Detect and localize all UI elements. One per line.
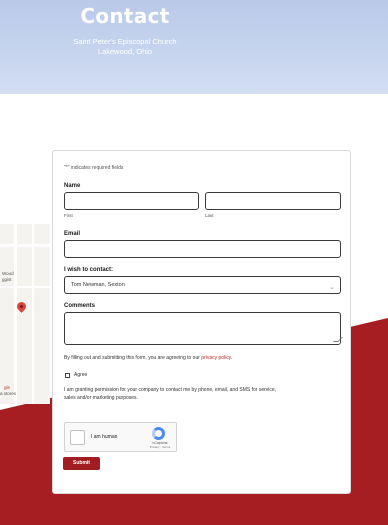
last-name-input[interactable] bbox=[205, 192, 341, 210]
agree-label[interactable]: Agree bbox=[74, 371, 87, 379]
required-fields-note: "*" indicates required fields bbox=[64, 165, 124, 171]
church-name: Saint Peter's Episcopal Church bbox=[73, 37, 177, 46]
map-label: ggist bbox=[2, 277, 12, 282]
hcaptcha-logo-icon bbox=[152, 427, 165, 440]
email-input[interactable] bbox=[64, 240, 341, 258]
chevron-down-icon: ⌄ bbox=[329, 284, 335, 291]
contact-person-selected: Tom Newman, Sexton bbox=[71, 282, 125, 288]
page-hero: Contact Saint Peter's Episcopal Church L… bbox=[0, 0, 388, 94]
map-label: a stores bbox=[0, 391, 17, 396]
submit-button[interactable]: Submit bbox=[63, 457, 100, 470]
map-road bbox=[32, 224, 34, 404]
name-label: Name bbox=[64, 183, 81, 189]
page-title: Contact bbox=[80, 4, 170, 28]
wish-to-contact-label: I wish to contact: bbox=[64, 267, 114, 273]
consent-text-prefix: By filling out and submitting this form,… bbox=[64, 355, 200, 361]
permission-text-line2: sales and/or marketing purposes. bbox=[64, 395, 138, 401]
map-pin-icon[interactable] bbox=[15, 300, 28, 313]
contact-form: "*" indicates required fields Name First… bbox=[52, 150, 351, 494]
captcha-label: I am human bbox=[91, 434, 118, 440]
privacy-policy-link[interactable]: privacy policy bbox=[201, 355, 231, 361]
first-name-sublabel: First bbox=[64, 213, 73, 218]
agree-checkbox[interactable] bbox=[65, 373, 70, 378]
map-label: Wood bbox=[2, 271, 14, 276]
map-road bbox=[14, 224, 17, 404]
comments-label: Comments bbox=[64, 303, 96, 309]
captcha-privacy-terms-link[interactable]: Privacy - Terms bbox=[146, 445, 174, 449]
permission-text: I am granting permission for your compan… bbox=[64, 386, 346, 402]
permission-text-line1: I am granting permission for your compan… bbox=[64, 387, 277, 393]
map-road bbox=[0, 244, 50, 247]
first-name-input[interactable] bbox=[64, 192, 199, 210]
captcha-checkbox[interactable] bbox=[70, 430, 85, 445]
last-name-sublabel: Last bbox=[205, 213, 214, 218]
church-location: Lakewood, Ohio bbox=[97, 47, 153, 56]
map-road bbox=[0, 286, 50, 288]
contact-person-select[interactable]: Tom Newman, Sexton ⌄ bbox=[64, 276, 341, 294]
resize-grip-icon[interactable] bbox=[333, 337, 343, 342]
map-embed[interactable]: Wood ggist gle a stores bbox=[0, 224, 50, 404]
consent-text-suffix: . bbox=[230, 355, 233, 361]
map-label: gle bbox=[4, 385, 11, 390]
consent-text: By filling out and submitting this form,… bbox=[64, 354, 232, 362]
email-label: Email bbox=[64, 231, 81, 237]
captcha-widget: I am human hCaptcha Privacy - Terms bbox=[64, 422, 177, 452]
comments-textarea[interactable] bbox=[64, 312, 343, 345]
